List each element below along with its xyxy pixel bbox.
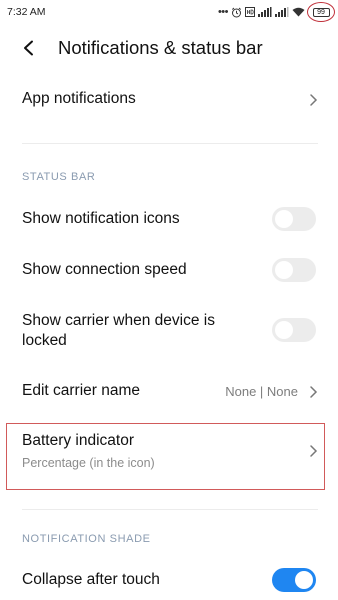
show-notification-icons-label: Show notification icons	[22, 210, 180, 227]
battery-indicator-label: Battery indicator	[22, 432, 134, 449]
show-notification-icons-toggle[interactable]	[272, 207, 316, 231]
back-button[interactable]	[16, 36, 40, 60]
edit-carrier-name-label: Edit carrier name	[22, 382, 141, 399]
hd-icon	[245, 7, 255, 17]
app-notifications-label: App notifications	[22, 90, 136, 107]
toggle-knob	[275, 210, 293, 228]
show-notification-icons-row[interactable]: Show notification icons	[0, 198, 338, 240]
show-carrier-locked-label-line2: locked	[22, 332, 67, 349]
wifi-icon	[292, 7, 305, 17]
divider	[22, 509, 318, 510]
battery-icon: 99	[307, 2, 335, 22]
toggle-knob	[295, 571, 313, 589]
battery-indicator-row[interactable]: Battery indicator Percentage (in the ico…	[0, 425, 338, 487]
toggle-knob	[275, 261, 293, 279]
battery-level: 99	[312, 7, 330, 17]
show-carrier-locked-label-line1: Show carrier when device is	[22, 312, 215, 329]
app-notifications-row[interactable]: App notifications	[0, 80, 338, 120]
show-connection-speed-row[interactable]: Show connection speed	[0, 249, 338, 291]
show-connection-speed-label: Show connection speed	[22, 261, 187, 278]
collapse-after-touch-label: Collapse after touch	[22, 571, 160, 588]
status-bar: 7:32 AM ••• 99	[0, 0, 338, 24]
divider	[22, 143, 318, 144]
section-header-status-bar: STATUS BAR	[22, 171, 96, 183]
chevron-right-icon	[310, 445, 318, 457]
show-connection-speed-toggle[interactable]	[272, 258, 316, 282]
section-header-notification-shade: NOTIFICATION SHADE	[22, 533, 151, 545]
page-header: Notifications & status bar	[0, 30, 338, 66]
alarm-icon	[231, 7, 242, 18]
page-title: Notifications & status bar	[58, 37, 263, 58]
overflow-dots-icon: •••	[217, 6, 229, 18]
show-carrier-locked-toggle[interactable]	[272, 318, 316, 342]
chevron-right-icon	[310, 94, 318, 106]
chevron-right-icon	[310, 386, 318, 398]
collapse-after-touch-row[interactable]: Collapse after touch	[0, 560, 338, 600]
collapse-after-touch-toggle[interactable]	[272, 568, 316, 592]
show-carrier-locked-row[interactable]: Show carrier when device is locked	[0, 303, 338, 355]
battery-indicator-subtitle: Percentage (in the icon)	[22, 456, 155, 470]
signal-icon	[258, 7, 272, 17]
toggle-knob	[275, 321, 293, 339]
signal-icon	[275, 7, 289, 17]
back-arrow-icon	[24, 40, 33, 56]
edit-carrier-name-value: None | None	[225, 384, 298, 399]
status-icons: ••• 99	[217, 2, 335, 22]
edit-carrier-name-row[interactable]: Edit carrier name None | None	[0, 371, 338, 411]
status-time: 7:32 AM	[7, 6, 46, 18]
